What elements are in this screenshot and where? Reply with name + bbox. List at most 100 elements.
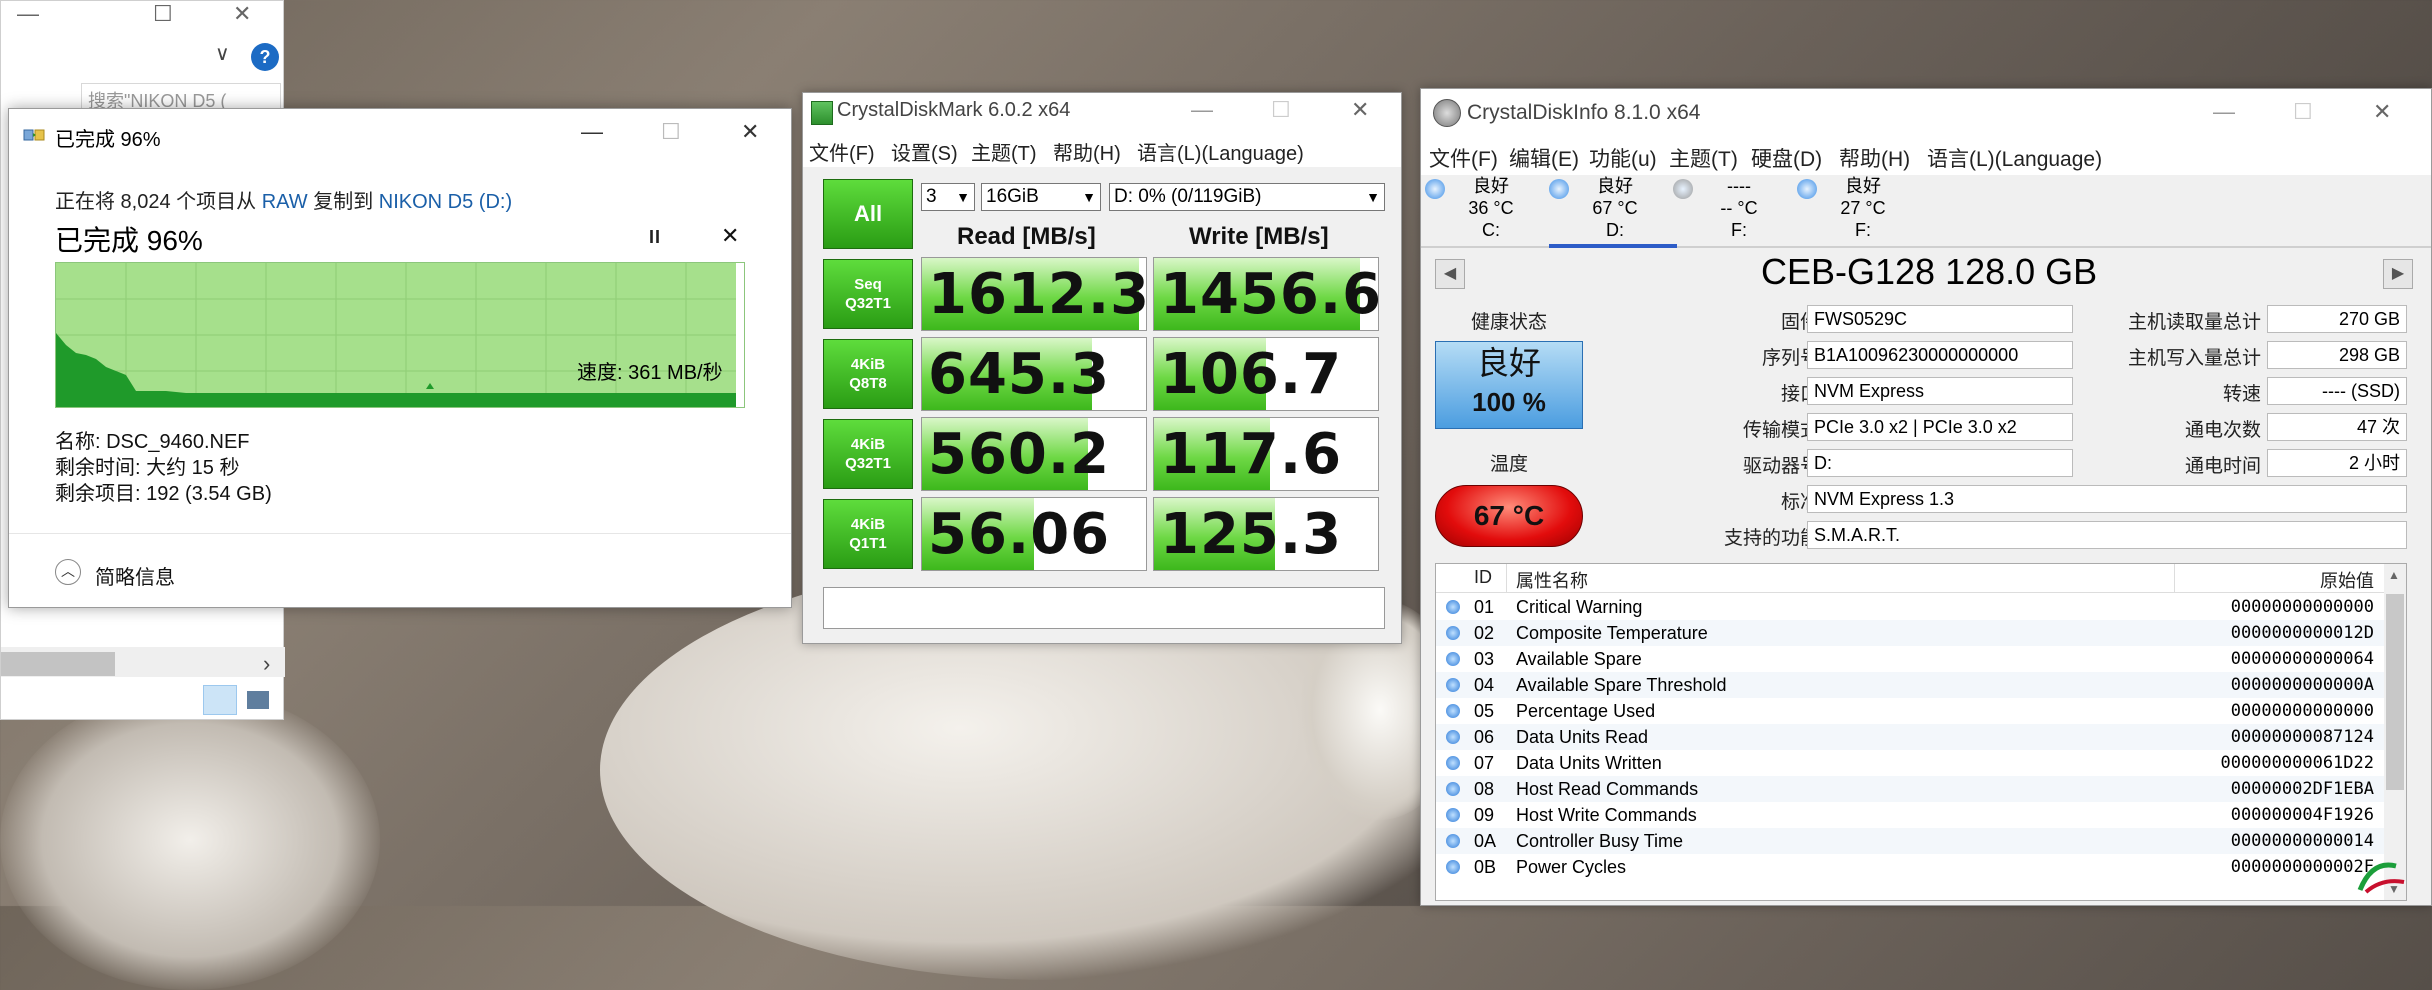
minimize-button[interactable]: — xyxy=(1191,97,1213,123)
host-reads-label: 主机读取量总计 xyxy=(2127,312,2261,333)
disk-tab-f1[interactable]: ---- -- °C F: xyxy=(1669,175,1809,247)
site-logo xyxy=(2352,856,2412,896)
close-button[interactable]: ✕ xyxy=(1351,97,1369,123)
scrollbar-thumb[interactable] xyxy=(1,652,115,676)
menu-disk[interactable]: 硬盘(D) xyxy=(1751,143,1822,173)
interface-label: 接口 xyxy=(1780,384,1819,405)
help-icon[interactable]: ? xyxy=(251,43,279,71)
column-divider xyxy=(2174,564,2175,592)
menu-help[interactable]: 帮助(H) xyxy=(1839,143,1910,173)
close-button[interactable]: ✕ xyxy=(2373,99,2391,125)
test-count-value: 3 xyxy=(926,186,937,207)
copy-description-prefix: 正在将 8,024 个项目从 xyxy=(55,191,262,213)
source-folder-link[interactable]: RAW xyxy=(262,191,308,213)
smart-attributes-table: ID 属性名称 原始值 01 Critical Warning 0000000000… xyxy=(1435,563,2407,901)
column-id[interactable]: ID xyxy=(1474,567,1492,588)
disk-letter: F: xyxy=(1855,220,1871,240)
title-bar: CrystalDiskMark 6.0.2 x64 — ☐ ✕ xyxy=(803,93,1401,133)
close-button[interactable]: ✕ xyxy=(233,1,251,27)
attribute-id: 01 xyxy=(1474,597,1495,617)
crystaldiskmark-window: CrystalDiskMark 6.0.2 x64 — ☐ ✕ 文件(F) 设置… xyxy=(802,92,1402,644)
table-row[interactable]: 09 Host Write Commands 000000004F1926 xyxy=(1436,802,2386,828)
chevron-down-icon[interactable]: ∨ xyxy=(215,41,230,66)
menu-language[interactable]: 语言(L)(Language) xyxy=(1927,143,2102,173)
pause-button[interactable]: II xyxy=(649,227,661,248)
disk-tab-d[interactable]: 良好 67 °C D: xyxy=(1545,175,1685,247)
attribute-name: Critical Warning xyxy=(1516,597,1643,617)
menu-file[interactable]: 文件(F) xyxy=(809,137,875,166)
4kib-q32t1-button[interactable]: 4KiB Q32T1 xyxy=(823,419,913,489)
table-row[interactable]: 06 Data Units Read 00000000087124 xyxy=(1436,724,2386,750)
health-status-badge: 良好 100 % xyxy=(1435,341,1583,429)
window-title: CrystalDiskInfo 8.1.0 x64 xyxy=(1467,101,1701,124)
destination-drive-link[interactable]: NIKON D5 (D:) xyxy=(379,191,512,213)
write-result-cell: 1456.6 xyxy=(1153,257,1379,331)
large-icons-view-icon[interactable] xyxy=(247,691,269,709)
drive-select[interactable]: D: 0% (0/119GiB) ▼ xyxy=(1109,183,1385,211)
attribute-name: Controller Busy Time xyxy=(1516,831,1684,851)
firmware-label: 固件 xyxy=(1780,312,1819,333)
scroll-up-icon[interactable]: ▲ xyxy=(2388,568,2400,582)
maximize-button[interactable]: ☐ xyxy=(153,1,173,27)
file-copy-icon xyxy=(23,129,45,141)
menu-edit[interactable]: 编辑(E) xyxy=(1509,143,1579,173)
minimize-button[interactable]: — xyxy=(2213,99,2235,125)
row-label-line2: Q8T8 xyxy=(849,375,887,392)
status-dot-icon xyxy=(1797,179,1817,199)
read-result-cell: 56.06 xyxy=(921,497,1147,571)
menu-function[interactable]: 功能(u) xyxy=(1589,143,1657,173)
seq-q32t1-button[interactable]: Seq Q32T1 xyxy=(823,259,913,329)
drive-value: D: 0% (0/119GiB) xyxy=(1114,186,1262,207)
test-count-select[interactable]: 3 ▼ xyxy=(921,183,975,211)
chevron-up-icon[interactable]: ︿ xyxy=(55,559,81,585)
status-dot-icon xyxy=(1446,756,1460,770)
menu-file[interactable]: 文件(F) xyxy=(1429,143,1498,173)
table-row[interactable]: 01 Critical Warning 00000000000000 xyxy=(1436,594,2386,620)
minimize-button[interactable]: — xyxy=(581,119,603,145)
attribute-name: Data Units Read xyxy=(1516,727,1649,747)
vertical-scrollbar[interactable]: ▲ ▼ xyxy=(2384,564,2406,900)
menu-theme[interactable]: 主题(T) xyxy=(1669,143,1738,173)
table-row[interactable]: 07 Data Units Written 000000000061D22 xyxy=(1436,750,2386,776)
next-disk-button[interactable]: ▶ xyxy=(2383,259,2413,289)
table-row[interactable]: 0B Power Cycles 0000000000002F xyxy=(1436,854,2386,880)
4kib-q8t8-button[interactable]: 4KiB Q8T8 xyxy=(823,339,913,409)
disk-tab-c[interactable]: 良好 36 °C C: xyxy=(1421,175,1561,247)
table-row[interactable]: 03 Available Spare 00000000000064 xyxy=(1436,646,2386,672)
less-details-button[interactable]: 简略信息 xyxy=(95,561,175,590)
menu-theme[interactable]: 主题(T) xyxy=(971,137,1037,166)
maximize-button[interactable]: ☐ xyxy=(2293,99,2313,125)
previous-disk-button[interactable]: ◀ xyxy=(1435,259,1465,289)
menu-help[interactable]: 帮助(H) xyxy=(1053,137,1121,166)
attribute-raw-value: 00000000000000 xyxy=(2230,597,2374,617)
cancel-button[interactable]: ✕ xyxy=(721,223,739,249)
4kib-q1t1-button[interactable]: 4KiB Q1T1 xyxy=(823,499,913,569)
disk-tab-f2[interactable]: 良好 27 °C F: xyxy=(1793,175,1933,247)
read-value: 645.3 xyxy=(928,342,1111,407)
column-attribute-name[interactable]: 属性名称 xyxy=(1516,567,1588,593)
crystaldiskinfo-app-icon xyxy=(1433,99,1461,127)
read-value: 1612.3 xyxy=(928,262,1147,327)
menu-language[interactable]: 语言(L)(Language) xyxy=(1137,137,1304,166)
minimize-button[interactable]: — xyxy=(17,1,39,27)
disk-temp: -- °C xyxy=(1720,198,1758,218)
table-row[interactable]: 04 Available Spare Threshold 0000000000000… xyxy=(1436,672,2386,698)
table-row[interactable]: 02 Composite Temperature 0000000000012D xyxy=(1436,620,2386,646)
column-raw-value[interactable]: 原始值 xyxy=(2320,567,2374,593)
write-value: 117.6 xyxy=(1160,422,1343,487)
run-all-button[interactable]: All xyxy=(823,179,913,249)
test-size-select[interactable]: 16GiB ▼ xyxy=(981,183,1101,211)
status-dot-icon xyxy=(1446,678,1460,692)
close-button[interactable]: ✕ xyxy=(741,119,759,145)
attribute-name: Available Spare xyxy=(1516,649,1642,669)
table-row[interactable]: 0A Controller Busy Time 00000000000014 xyxy=(1436,828,2386,854)
details-view-icon[interactable] xyxy=(203,685,237,715)
table-row[interactable]: 05 Percentage Used 00000000000000 xyxy=(1436,698,2386,724)
scroll-right-icon[interactable]: › xyxy=(263,651,270,677)
menu-settings[interactable]: 设置(S) xyxy=(891,137,958,166)
table-row[interactable]: 08 Host Read Commands 00000002DF1EBA xyxy=(1436,776,2386,802)
row-label-line1: 4KiB xyxy=(850,436,886,453)
scrollbar-thumb[interactable] xyxy=(2386,594,2404,790)
comment-input[interactable] xyxy=(823,587,1385,629)
graph-remaining xyxy=(736,263,744,407)
